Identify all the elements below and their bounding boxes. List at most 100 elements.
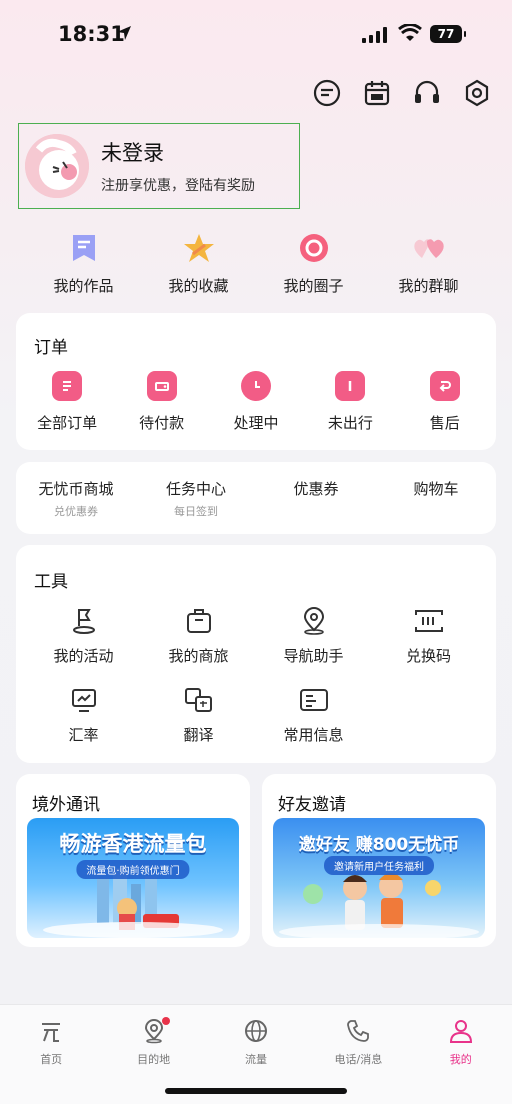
- hearts-icon: [412, 230, 446, 266]
- tool-navigation-assistant[interactable]: 导航助手: [256, 605, 371, 666]
- mall-sub: 兑优惠券: [54, 505, 98, 518]
- tab-destination[interactable]: 目的地: [104, 1017, 204, 1067]
- ticket-icon: [335, 371, 366, 401]
- quick-label: 我的圈子: [283, 277, 344, 295]
- globe-icon: [243, 1017, 269, 1045]
- tool-redeem-code[interactable]: 兑换码: [371, 605, 486, 666]
- wifi-icon: [398, 24, 422, 41]
- quick-label: 我的收藏: [168, 277, 229, 295]
- login-subtitle: 注册享优惠，登陆有奖励: [101, 178, 255, 194]
- tool-exchange-rate[interactable]: 汇率: [26, 684, 141, 745]
- mall-label: 优惠券: [293, 480, 339, 498]
- order-label: 待付款: [139, 414, 185, 432]
- tool-common-info[interactable]: 常用信息: [256, 684, 371, 745]
- banner-subtitle: 邀请新用户任务福利: [324, 856, 434, 875]
- return-icon: [429, 371, 460, 401]
- home-icon: [38, 1017, 64, 1045]
- order-label: 处理中: [233, 414, 279, 432]
- mall-sub: 每日签到: [174, 505, 218, 518]
- tab-label: 目的地: [137, 1053, 171, 1066]
- avatar: [25, 134, 89, 198]
- tool-translate[interactable]: 翻译: [141, 684, 256, 745]
- tab-phone-messages[interactable]: 电话/消息: [308, 1017, 408, 1067]
- tools-title: 工具: [34, 572, 68, 592]
- settings-icon[interactable]: [462, 78, 492, 108]
- header-actions: [312, 78, 492, 108]
- order-label: 未出行: [327, 414, 373, 432]
- promo-title: 好友邀请: [278, 795, 346, 815]
- phone-icon: [345, 1017, 371, 1045]
- promo-title: 境外通讯: [32, 795, 100, 815]
- order-label: 售后: [429, 414, 460, 432]
- briefcase-icon: [184, 605, 214, 637]
- overseas-comm-card[interactable]: 境外通讯 畅游香港流量包 流量包·购前领优惠门: [16, 774, 250, 947]
- tab-label: 首页: [40, 1053, 63, 1066]
- barcode-icon: [413, 605, 445, 637]
- status-time: 18:31: [58, 22, 125, 46]
- invite-banner[interactable]: 邀好友 赚800无忧币 邀请新用户任务福利: [273, 818, 485, 938]
- quick-label: 我的作品: [53, 277, 114, 295]
- mall-label: 任务中心: [165, 480, 226, 498]
- tool-label: 汇率: [68, 726, 99, 744]
- location-arrow-icon: [117, 26, 131, 40]
- quick-my-circle[interactable]: 我的圈子: [256, 230, 371, 296]
- invite-friends-card[interactable]: 好友邀请 邀好友 赚800无忧币 邀请新用户任务福利: [262, 774, 496, 947]
- order-label: 全部订单: [37, 414, 98, 432]
- mall-label: 购物车: [413, 480, 459, 498]
- login-card[interactable]: 未登录 注册享优惠，登陆有奖励: [18, 123, 300, 209]
- quick-my-works[interactable]: 我的作品: [26, 230, 141, 296]
- tool-my-activities[interactable]: 我的活动: [26, 605, 141, 666]
- banner-title: 邀好友 赚800无忧币: [298, 835, 460, 855]
- orders-card: 订单 全部订单 待付款 处理中 未出行 售后: [16, 313, 496, 450]
- tool-label: 兑换码: [405, 647, 451, 665]
- mall-coupons[interactable]: 优惠券: [261, 478, 371, 519]
- quick-label: 我的群聊: [398, 277, 459, 295]
- headset-icon[interactable]: [412, 78, 442, 108]
- mall-cart[interactable]: 购物车: [381, 478, 491, 519]
- tab-label: 电话/消息: [334, 1053, 383, 1066]
- document-icon: [52, 371, 83, 401]
- tab-data[interactable]: 流量: [206, 1017, 306, 1067]
- order-after-sales[interactable]: 售后: [400, 371, 490, 433]
- order-not-traveled[interactable]: 未出行: [305, 371, 395, 433]
- tools-card: 工具 我的活动 我的商旅 导航助手 兑换码 汇率 翻译 常用信息: [16, 545, 496, 763]
- user-icon: [448, 1017, 474, 1045]
- flag-icon: [69, 605, 99, 637]
- home-indicator: [165, 1088, 347, 1094]
- id-card-icon: [298, 684, 330, 716]
- tool-label: 我的商旅: [168, 647, 229, 665]
- quick-links: 我的作品 我的收藏 我的圈子 我的群聊: [26, 230, 486, 296]
- tool-label: 翻译: [183, 726, 214, 744]
- order-all[interactable]: 全部订单: [22, 371, 112, 433]
- mall-card: 无忧币商城 兑优惠券 任务中心 每日签到 优惠券 购物车: [16, 462, 496, 534]
- tool-business-travel[interactable]: 我的商旅: [141, 605, 256, 666]
- tab-home[interactable]: 首页: [1, 1017, 101, 1067]
- notification-dot: [161, 1017, 170, 1025]
- circle-icon: [298, 230, 330, 266]
- tool-label: 导航助手: [283, 647, 344, 665]
- location-pin-icon: [299, 605, 329, 637]
- banner-title: 畅游香港流量包: [59, 832, 207, 856]
- status-bar: 18:31 77: [0, 0, 512, 66]
- orders-title: 订单: [34, 338, 68, 358]
- tab-me[interactable]: 我的: [411, 1017, 511, 1067]
- signal-icon: [362, 27, 387, 43]
- order-pending-payment[interactable]: 待付款: [117, 371, 207, 433]
- bookmark-icon: [70, 230, 98, 266]
- mall-task-center[interactable]: 任务中心 每日签到: [141, 478, 251, 519]
- checkin-calendar-icon[interactable]: [362, 78, 392, 108]
- quick-my-favorites[interactable]: 我的收藏: [141, 230, 256, 296]
- hk-data-banner[interactable]: 畅游香港流量包 流量包·购前领优惠门: [27, 818, 239, 938]
- exchange-chart-icon: [69, 684, 99, 716]
- mall-coin-store[interactable]: 无忧币商城 兑优惠券: [21, 478, 131, 519]
- tool-label: 常用信息: [283, 726, 344, 744]
- message-icon[interactable]: [312, 78, 342, 108]
- wallet-icon: [146, 371, 177, 401]
- tool-label: 我的活动: [53, 647, 114, 665]
- quick-my-groups[interactable]: 我的群聊: [371, 230, 486, 296]
- translate-icon: [183, 684, 215, 716]
- login-title: 未登录: [101, 141, 164, 165]
- tab-label: 我的: [449, 1053, 472, 1066]
- order-processing[interactable]: 处理中: [211, 371, 301, 433]
- battery-indicator: 77: [430, 25, 466, 43]
